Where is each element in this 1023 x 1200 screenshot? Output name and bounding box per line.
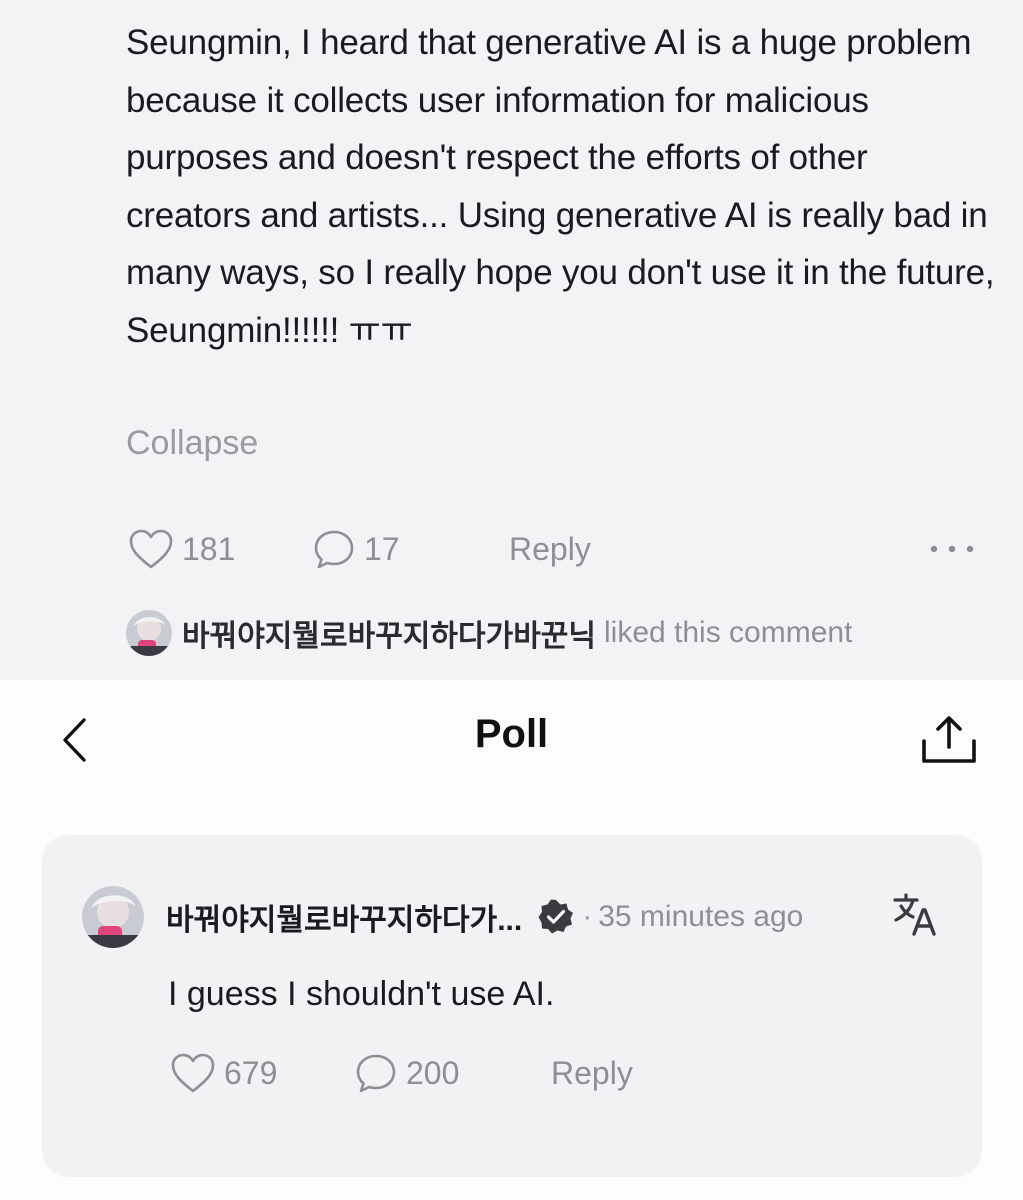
- comment-screen: Seungmin, I heard that generative AI is …: [0, 0, 1023, 680]
- timestamp: 35 minutes ago: [598, 900, 804, 933]
- heart-outline-icon: [128, 528, 174, 570]
- reply-card: 바꿔야지뭘로바꾸지하다가... · 35 minutes ago I guess…: [42, 835, 982, 1177]
- author-name[interactable]: 바꿔야지뭘로바꾸지하다가...: [166, 895, 522, 939]
- speech-bubble-icon: [312, 528, 356, 570]
- collapse-link[interactable]: Collapse: [126, 424, 258, 463]
- nav-bar: Poll: [0, 680, 1023, 804]
- translate-icon: [892, 892, 938, 941]
- verified-badge-icon: [536, 897, 576, 937]
- comment-text: Seungmin, I heard that generative AI is …: [126, 23, 995, 350]
- avatar[interactable]: [82, 886, 144, 948]
- liked-by-text: liked this comment: [604, 616, 853, 649]
- liked-by-username[interactable]: 바꿔야지뭘로바꾸지하다가바꾼닉: [182, 611, 596, 655]
- separator-dot: ·: [582, 900, 593, 933]
- speech-bubble-icon: [354, 1052, 398, 1094]
- comment-count: 17: [364, 530, 400, 567]
- liked-by-row: 바꿔야지뭘로바꾸지하다가바꾼닉 liked this comment: [126, 608, 852, 658]
- like-button[interactable]: 181: [128, 526, 235, 572]
- translate-button[interactable]: [890, 891, 940, 941]
- more-dots-icon[interactable]: [928, 526, 976, 572]
- comment-count-button[interactable]: 200: [354, 1050, 459, 1096]
- heart-outline-icon: [170, 1052, 216, 1094]
- like-count: 679: [224, 1054, 278, 1091]
- comment-count-button[interactable]: 17: [312, 526, 400, 572]
- like-count: 181: [182, 530, 236, 567]
- share-button[interactable]: [916, 714, 982, 770]
- comment-count: 200: [406, 1054, 460, 1091]
- comment-actions: 181 17 Reply: [126, 526, 986, 572]
- poll-screen: Poll 바꿔야지뭘로바꾸지하다가... · 35 minutes ago I …: [0, 680, 1023, 1200]
- share-upload-icon: [920, 715, 978, 770]
- reply-actions: 679 200 Reply: [168, 1050, 868, 1096]
- reply-header: 바꿔야지뭘로바꾸지하다가... · 35 minutes ago: [82, 885, 952, 949]
- avatar[interactable]: [126, 610, 172, 656]
- like-button[interactable]: 679: [170, 1050, 277, 1096]
- reply-text: I guess I shouldn't use AI.: [168, 975, 555, 1013]
- reply-button[interactable]: Reply: [551, 1050, 633, 1096]
- page-title: Poll: [474, 712, 549, 756]
- reply-button[interactable]: Reply: [509, 526, 591, 572]
